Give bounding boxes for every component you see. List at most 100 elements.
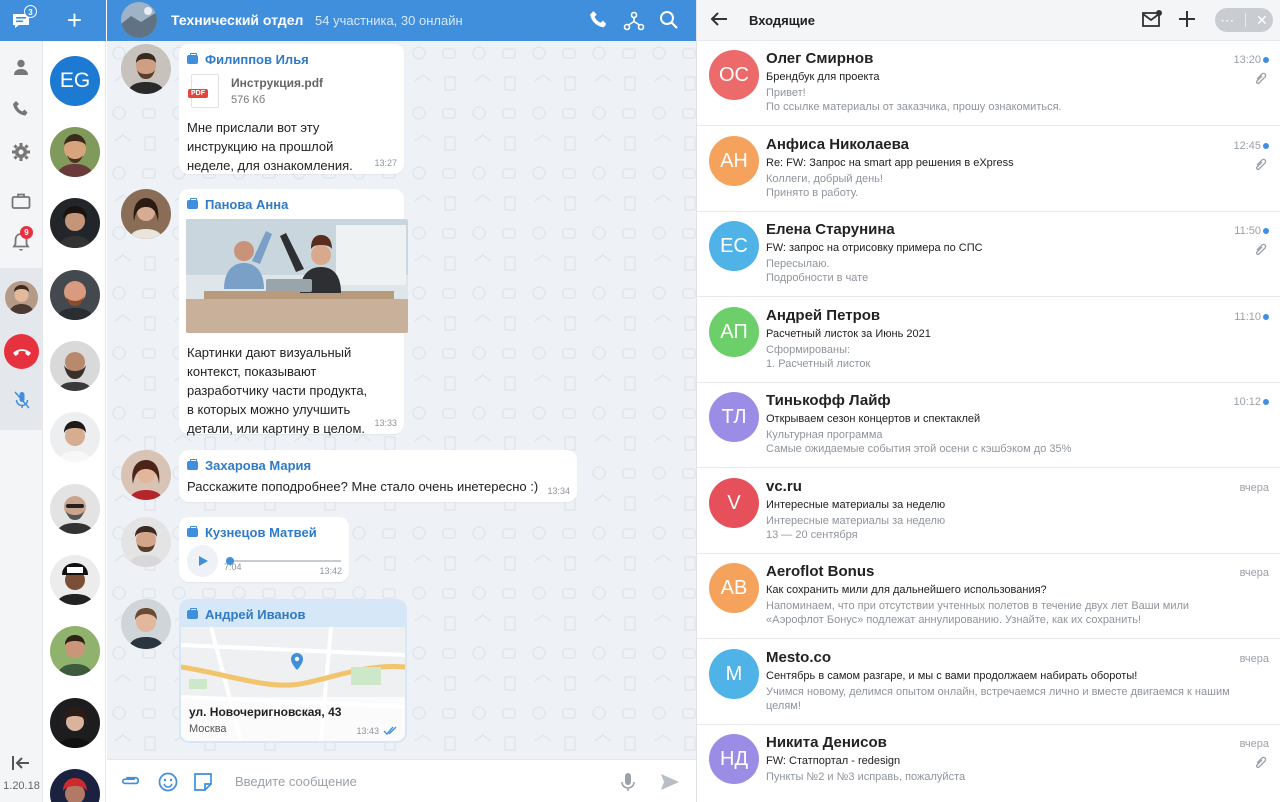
message-time: 13:33: [374, 418, 397, 428]
contact-avatar[interactable]: [50, 412, 100, 462]
compose-plus-icon[interactable]: [1177, 9, 1199, 31]
more-dots-icon[interactable]: ⋯: [1220, 12, 1234, 29]
message-author[interactable]: Кузнецов Матвей: [187, 525, 341, 540]
send-icon[interactable]: [659, 771, 681, 793]
location-map[interactable]: ул. Новочеригновская, 43 Москва 13:43: [181, 627, 405, 741]
message-author[interactable]: Панова Анна: [187, 197, 396, 212]
mail-list-item[interactable]: V vc.ru Интересные материалы за неделю И…: [697, 469, 1280, 554]
settings-gear-icon[interactable]: [8, 139, 34, 165]
notifications-bell-icon[interactable]: 9: [8, 226, 34, 255]
briefcase-icon: [187, 198, 198, 209]
briefcase-icon[interactable]: [8, 188, 34, 214]
message-bubble[interactable]: Захарова Мария Расскажите поподробнее? М…: [179, 450, 577, 502]
mail-list-item[interactable]: ЕС Елена Старунина FW: запрос на отрисов…: [697, 212, 1280, 297]
notifications-badge: 9: [20, 226, 33, 239]
mail-sender: Елена Старунина: [766, 221, 895, 238]
collapse-sidebar-icon[interactable]: [8, 750, 34, 776]
play-button[interactable]: [187, 545, 219, 577]
contacts-icon[interactable]: [8, 54, 34, 80]
contact-avatar[interactable]: [50, 270, 100, 320]
voice-duration: 7:04: [224, 562, 242, 572]
mail-list-item[interactable]: ТЛ Тинькофф Лайф Открываем сезон концерт…: [697, 383, 1280, 468]
mail-list-item[interactable]: АП Андрей Петров Расчетный листок за Июн…: [697, 298, 1280, 383]
mail-list-item[interactable]: M Mesto.co Сентябрь в самом разгаре, и м…: [697, 640, 1280, 725]
end-call-button[interactable]: [4, 334, 39, 369]
search-icon[interactable]: [659, 10, 681, 32]
call-phone-icon[interactable]: [589, 10, 611, 32]
message-author[interactable]: Захарова Мария: [187, 458, 569, 473]
chat-title[interactable]: Технический отдел: [171, 12, 303, 28]
group-avatar[interactable]: [121, 2, 157, 38]
unread-dot: [1263, 143, 1269, 149]
attachment-paperclip-icon: [1255, 158, 1267, 171]
contact-avatar[interactable]: [50, 555, 100, 605]
mail-list-item[interactable]: AB Aeroflot Bonus Как сохранить мили для…: [697, 554, 1280, 639]
contact-avatar[interactable]: [50, 484, 100, 534]
message-author-avatar[interactable]: [121, 189, 171, 239]
call-participant-avatar[interactable]: [5, 281, 38, 314]
chat-header: Технический отдел 54 участника, 30 онлай…: [107, 0, 696, 41]
read-checkmark-icon: [383, 726, 397, 735]
message-composer: Введите сообщение: [107, 759, 696, 802]
self-avatar[interactable]: EG: [50, 56, 100, 106]
mute-mic-button[interactable]: [7, 385, 36, 414]
mail-inbox-panel: Входящие ⋯ ✕ ОС Олег Смирнов Брендбук дл…: [696, 0, 1280, 802]
attachment-paperclip-icon: [1255, 72, 1267, 85]
mail-sender: Mesto.co: [766, 649, 832, 666]
mail-preview-line: Самые ожидаемые события этой осени с кэш…: [766, 443, 1072, 455]
mail-preview-line: Подробности в чате: [766, 272, 869, 284]
mail-notification-icon[interactable]: [1141, 9, 1163, 31]
mail-time: вчера: [1239, 738, 1269, 750]
inbox-title: Входящие: [749, 13, 815, 28]
message-author-avatar[interactable]: [121, 599, 171, 649]
message-author-avatar[interactable]: [121, 517, 171, 567]
mail-list-item[interactable]: НД Никита Денисов FW: Статпортал - redes…: [697, 725, 1280, 802]
unread-dot: [1263, 57, 1269, 63]
contact-avatar[interactable]: [50, 698, 100, 748]
briefcase-icon: [187, 608, 198, 619]
mail-subject: Как сохранить мили для дальнейшего испол…: [766, 584, 1047, 596]
microphone-icon[interactable]: [617, 771, 639, 793]
file-attachment[interactable]: PDF Инструкция.pdf 576 Кб: [188, 74, 396, 108]
phone-icon[interactable]: [8, 96, 34, 122]
voice-message-bubble[interactable]: Кузнецов Матвей 7:04 13:42: [179, 517, 349, 582]
message-bubble[interactable]: Панова Анна Картинки дают визуальный кон…: [179, 189, 408, 436]
contact-avatar[interactable]: [50, 127, 100, 177]
window-controls: ⋯ ✕: [1215, 8, 1273, 32]
message-author-avatar[interactable]: [121, 450, 171, 500]
location-message-bubble[interactable]: Андрей Иванов ул. Новочеригновская, 43 М…: [179, 599, 407, 743]
mail-time: 13:20: [1233, 54, 1261, 66]
contact-avatar[interactable]: [50, 626, 100, 676]
message-bubble[interactable]: Филиппов Илья PDF Инструкция.pdf 576 Кб …: [179, 44, 404, 174]
mail-preview-line: 1. Расчетный листок: [766, 358, 871, 370]
chat-tree-icon[interactable]: [623, 10, 645, 32]
attached-photo[interactable]: [186, 219, 408, 333]
chats-icon[interactable]: 3: [8, 5, 37, 34]
mail-sender: Никита Денисов: [766, 734, 887, 751]
sender-avatar: ОС: [709, 50, 759, 100]
attach-paperclip-icon[interactable]: [121, 771, 143, 793]
contact-avatar[interactable]: [50, 769, 100, 802]
message-author-avatar[interactable]: [121, 44, 171, 94]
mail-subject: FW: Статпортал - redesign: [766, 755, 901, 767]
mail-time: 11:50: [1234, 225, 1261, 237]
hangup-icon: [12, 348, 31, 356]
mail-subject: Расчетный листок за Июнь 2021: [766, 328, 931, 340]
mail-time: 11:10: [1234, 311, 1261, 323]
mail-subject: Открываем сезон концертов и спектаклей: [766, 413, 981, 425]
message-author[interactable]: Филиппов Илья: [187, 52, 396, 67]
contact-avatar[interactable]: [50, 198, 100, 248]
mail-preview-line: целям!: [766, 700, 801, 712]
message-author[interactable]: Андрей Иванов: [187, 607, 305, 622]
back-arrow-icon[interactable]: [709, 9, 731, 31]
mail-list-item[interactable]: ОС Олег Смирнов Брендбук для проекта При…: [697, 41, 1280, 126]
message-input[interactable]: Введите сообщение: [235, 774, 357, 789]
sticker-icon[interactable]: [192, 771, 214, 793]
voice-progress-bar[interactable]: [226, 557, 341, 565]
contact-avatar[interactable]: [50, 341, 100, 391]
emoji-icon[interactable]: [157, 771, 179, 793]
close-icon[interactable]: ✕: [1256, 12, 1268, 29]
mail-list-item[interactable]: АН Анфиса Николаева Re: FW: Запрос на sm…: [697, 127, 1280, 212]
new-chat-button[interactable]: +: [43, 0, 106, 41]
mail-time: 12:45: [1233, 140, 1261, 152]
